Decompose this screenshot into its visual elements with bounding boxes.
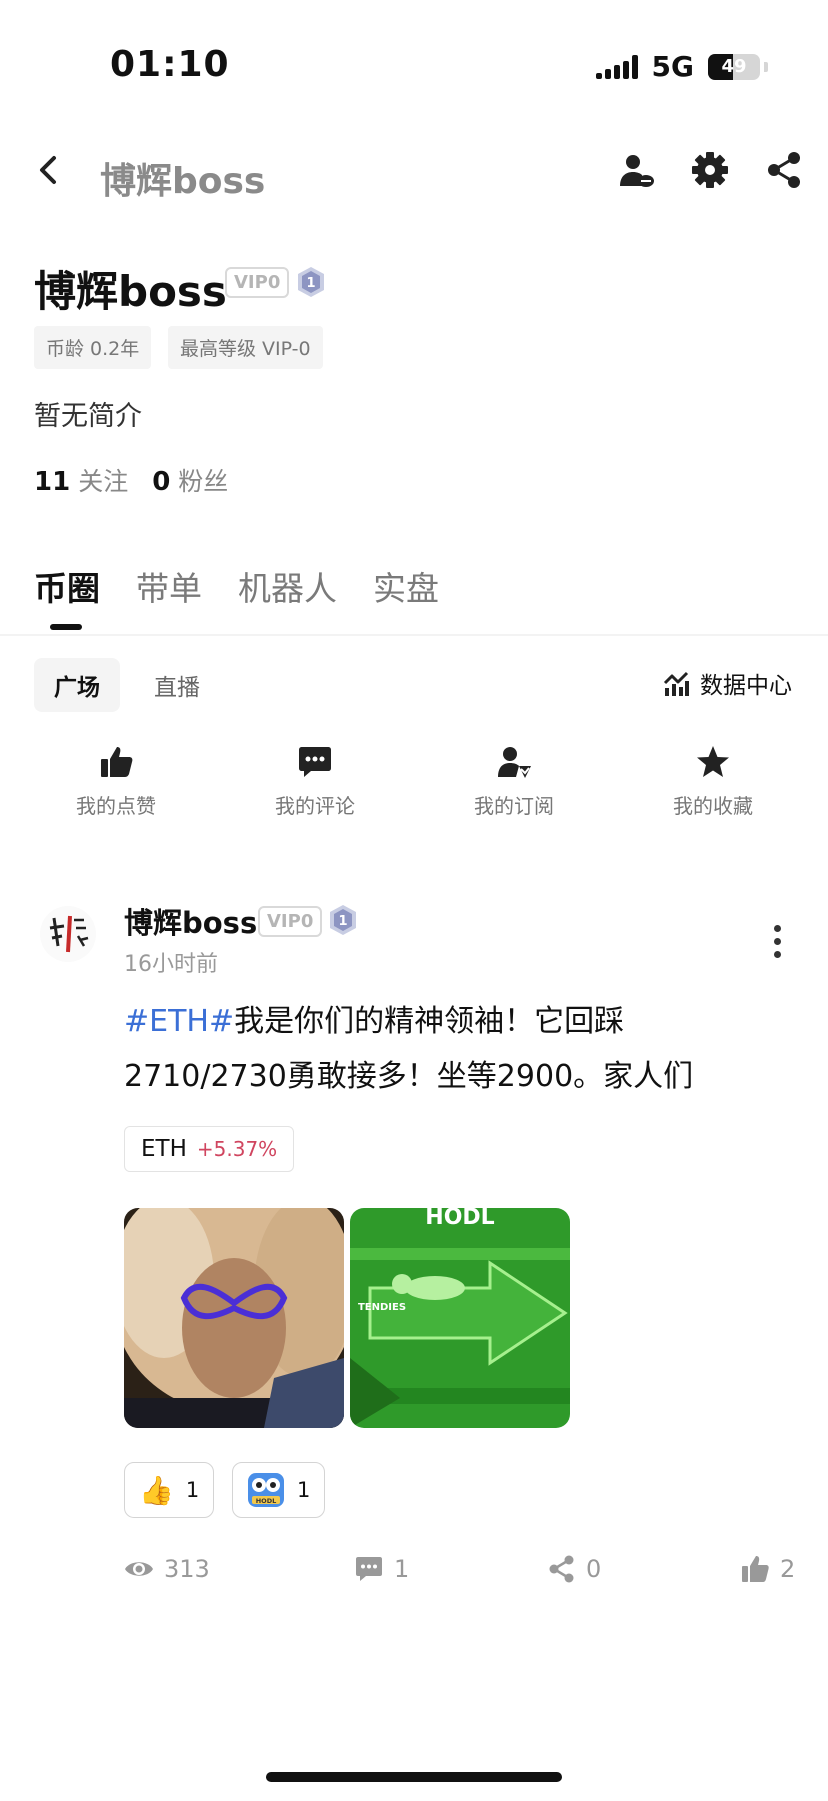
more-options-icon[interactable]: [774, 925, 782, 964]
tab-coin-circle[interactable]: 币圈: [34, 562, 100, 610]
post-image-1[interactable]: [124, 1208, 344, 1428]
my-comments-label: 我的评论: [275, 794, 355, 818]
tendies-caption: TENDIES: [358, 1302, 406, 1313]
reaction-thumbs-up[interactable]: 👍 1: [124, 1462, 215, 1518]
my-likes-button[interactable]: 我的点赞: [46, 744, 186, 819]
reaction-hodl-count: 1: [297, 1478, 311, 1502]
reaction-hodl-sticker[interactable]: HODL 1: [232, 1462, 326, 1518]
my-subscriptions-label: 我的订阅: [474, 794, 554, 818]
profile-name: 博辉boss: [34, 267, 227, 316]
follow-counts: 11 关注 0 粉丝: [34, 462, 228, 498]
battery-icon: 49: [708, 53, 760, 80]
share-count-icon: [549, 1555, 574, 1583]
thumbs-up-icon: [101, 747, 133, 777]
like-count-icon: [742, 1556, 769, 1582]
calligraphy-logo: [49, 915, 89, 953]
followers-count[interactable]: 0: [152, 467, 170, 497]
like-count-button[interactable]: 2: [740, 1554, 795, 1584]
tab-live-trading[interactable]: 实盘: [373, 562, 439, 610]
data-chart-icon: [663, 671, 689, 696]
active-tab-indicator: [50, 624, 82, 630]
nav-title: 博辉boss: [100, 161, 266, 202]
post-vip-tag: VIP0: [258, 906, 323, 937]
coin-symbol: ETH: [141, 1136, 187, 1162]
star-icon: [697, 746, 729, 777]
comment-count-value: 1: [394, 1555, 410, 1583]
coin-age-chip: 币龄 0.2年: [34, 326, 152, 369]
data-center-link[interactable]: 数据中心: [662, 666, 792, 700]
my-favorites-label: 我的收藏: [673, 794, 753, 818]
settings-gear-icon[interactable]: [690, 150, 730, 190]
post-image-2[interactable]: HODL TENDIES: [350, 1208, 570, 1428]
my-comments-button[interactable]: 我的评论: [245, 744, 385, 819]
post-level-badge-icon: 1: [330, 905, 356, 935]
level-badge-icon: 1: [298, 267, 324, 297]
signal-icon: [595, 54, 638, 79]
hodl-caption: HODL: [425, 1208, 494, 1230]
share-icon[interactable]: [764, 150, 804, 190]
status-time: 01:10: [110, 44, 230, 85]
hodl-sticker-text: HODL: [256, 1497, 277, 1505]
vip-tag: VIP0: [225, 267, 290, 298]
share-count-value: 0: [586, 1555, 602, 1583]
coin-chip[interactable]: ETH +5.37%: [124, 1126, 295, 1172]
tab-copy-trading[interactable]: 带单: [136, 562, 202, 610]
tab-robot[interactable]: 机器人: [238, 562, 337, 610]
comment-count-icon: [356, 1557, 382, 1581]
view-count-value: 313: [164, 1555, 210, 1583]
post-level-badge-number: 1: [338, 914, 347, 929]
comment-count-button[interactable]: 1: [354, 1554, 409, 1584]
thumbs-up-emoji: 👍: [139, 1473, 174, 1507]
post-author-name[interactable]: 博辉boss: [124, 900, 257, 942]
eye-icon: [125, 1562, 153, 1576]
subtab-live[interactable]: 直播: [154, 668, 200, 702]
hodl-meme-image: HODL TENDIES: [350, 1208, 570, 1428]
status-icons: 5G 49: [595, 50, 768, 83]
following-label[interactable]: 关注: [78, 462, 128, 498]
following-count[interactable]: 11: [34, 467, 70, 497]
network-type: 5G: [651, 50, 694, 83]
post-author-avatar[interactable]: [40, 906, 96, 962]
like-count-value: 2: [780, 1555, 796, 1583]
main-tabs: 币圈 带单 机器人 实盘: [34, 562, 439, 610]
level-badge-number: 1: [306, 276, 315, 291]
share-count-button[interactable]: 0: [546, 1554, 601, 1584]
followers-label[interactable]: 粉丝: [178, 462, 228, 498]
my-subscriptions-button[interactable]: 我的订阅: [444, 744, 584, 819]
data-center-label: 数据中心: [700, 673, 792, 699]
divider: [0, 634, 828, 636]
reaction-thumbs-up-count: 1: [185, 1478, 200, 1502]
my-likes-label: 我的点赞: [76, 794, 156, 818]
post-time: 16小时前: [124, 952, 218, 977]
post-content[interactable]: #ETH#我是你们的精神领袖！它回踩2710/2730勇敢接多！坐等2900。家…: [124, 994, 764, 1104]
post-hashtag[interactable]: #ETH#: [124, 1004, 234, 1039]
user-manage-icon[interactable]: [616, 150, 656, 190]
comment-icon: [299, 747, 331, 777]
subtab-square[interactable]: 广场: [34, 658, 120, 712]
coin-change: +5.37%: [196, 1137, 278, 1161]
profile-bio: 暂无简介: [34, 401, 142, 432]
view-count: 313: [124, 1554, 210, 1584]
hodl-owl-sticker-icon: HODL: [248, 1473, 284, 1507]
back-arrow-icon[interactable]: [30, 150, 70, 190]
rocker-meme-image: [124, 1208, 344, 1428]
subscribe-icon: [498, 747, 531, 778]
max-level-chip: 最高等级 VIP-0: [168, 326, 323, 369]
my-favorites-button[interactable]: 我的收藏: [643, 744, 783, 819]
home-indicator[interactable]: [266, 1772, 562, 1782]
battery-level: 49: [721, 55, 747, 77]
